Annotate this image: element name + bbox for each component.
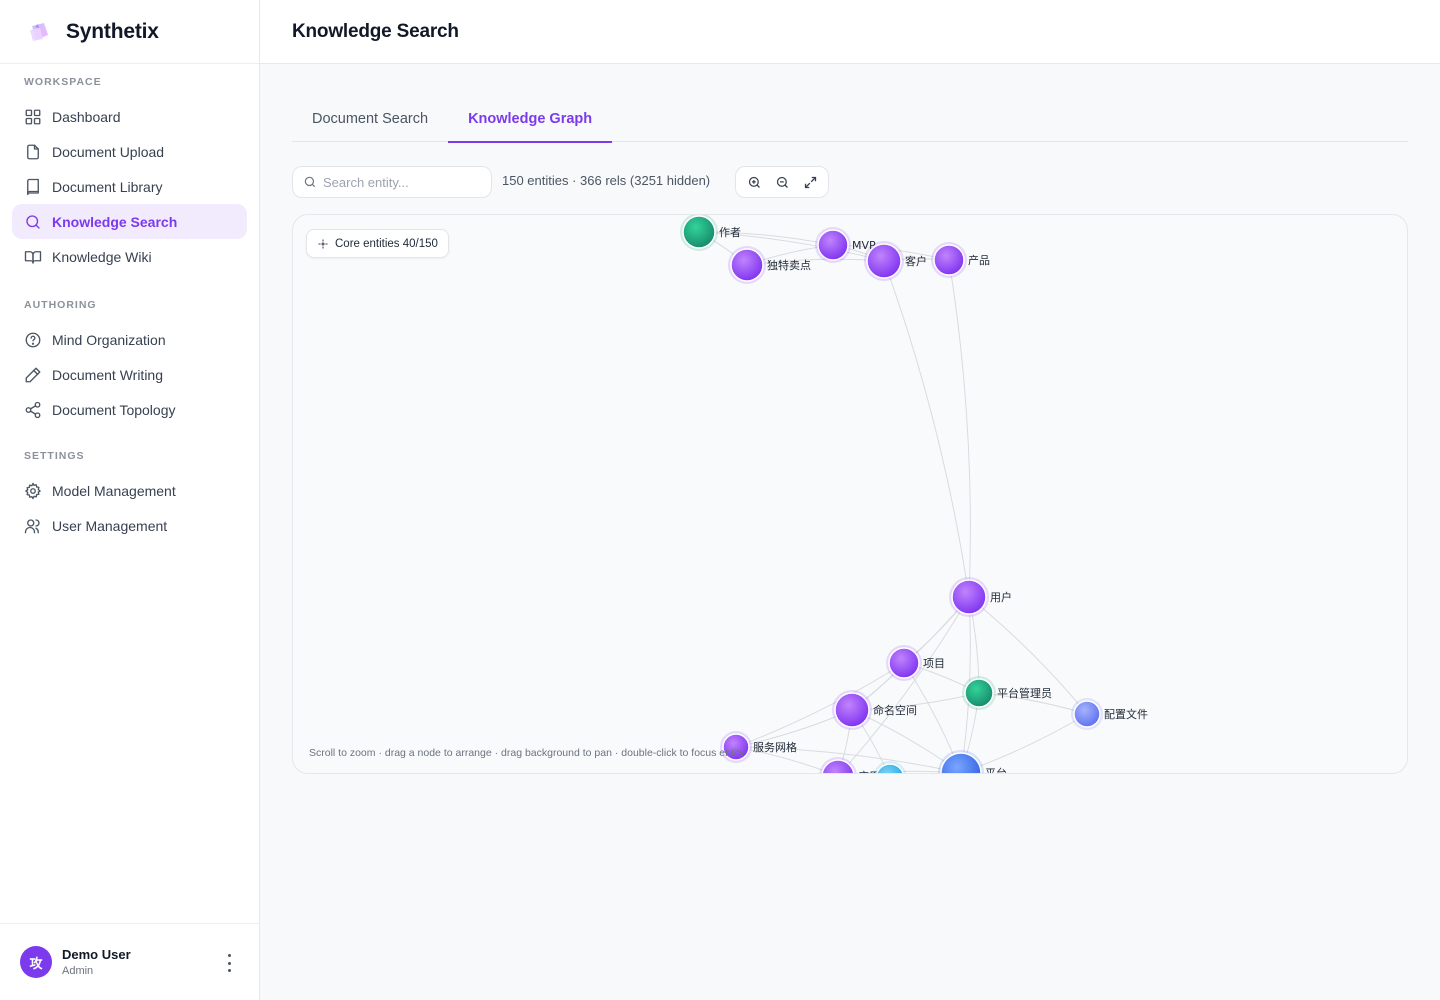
graph-nodes: 作者MVP独特卖点客户产品用户项目平台管理员配置文件命名空间服务网格应用平台: [680, 215, 1148, 774]
nav-section-settings: SETTINGS Model Management User Management: [0, 450, 259, 543]
section-title: SETTINGS: [24, 450, 85, 462]
sidebar-item-knowledge-search[interactable]: Knowledge Search: [12, 204, 247, 239]
sidebar-item-document-topology[interactable]: Document Topology: [12, 392, 247, 427]
expand-icon: [804, 176, 816, 188]
sidebar-item-label: Knowledge Search: [52, 213, 178, 230]
grid-icon: [25, 109, 41, 124]
graph-node-label: 产品: [968, 253, 990, 267]
graph-node-label: 作者: [719, 226, 741, 239]
graph-node-label: 用户: [990, 590, 1012, 604]
sidebar-item-dashboard[interactable]: Dashboard: [12, 99, 247, 134]
section-title: AUTHORING: [24, 299, 97, 311]
app-name: Synthetix: [66, 19, 159, 43]
entity-search-input[interactable]: [323, 174, 483, 190]
graph-node-label: 平台: [985, 766, 1007, 774]
file-icon: [27, 144, 39, 159]
crosshair-icon: [318, 239, 328, 248]
user-profile[interactable]: 攻 Demo User Admin: [0, 923, 259, 1000]
open-book-icon: [24, 250, 42, 264]
sidebar-item-label: Dashboard: [52, 108, 121, 125]
book-icon: [27, 178, 39, 195]
sidebar-item-document-library[interactable]: Document Library: [12, 169, 247, 204]
sidebar: Synthetix WORKSPACE Dashboard Document Upl…: [0, 0, 260, 1000]
graph-node-config[interactable]: 配置文件: [1071, 698, 1148, 730]
graph-node-label: 独特卖点: [767, 258, 811, 272]
graph-hint: Scroll to zoom · drag a node to arrange …: [309, 747, 745, 759]
graph-node-namespace[interactable]: 命名空间: [832, 690, 917, 730]
graph-node-user[interactable]: 用户: [949, 577, 1012, 617]
graph-node-author[interactable]: 作者: [680, 215, 741, 251]
sidebar-item-label: Document Topology: [52, 401, 176, 418]
sidebar-item-knowledge-wiki[interactable]: Knowledge Wiki: [12, 239, 247, 274]
graph-node-product[interactable]: 产品: [931, 242, 990, 278]
core-entities-toggle[interactable]: Core entities 40/150: [306, 229, 449, 258]
sidebar-item-label: User Management: [52, 517, 168, 534]
user-name: Demo User: [62, 947, 131, 962]
sidebar-item-label: Knowledge Wiki: [52, 248, 152, 265]
graph-node-label: 配置文件: [1104, 707, 1148, 721]
entity-search[interactable]: [292, 166, 492, 198]
fullscreen-button[interactable]: [798, 170, 822, 194]
avatar: 攻: [20, 946, 52, 978]
graph-node-label: 客户: [905, 254, 927, 268]
page-title: Knowledge Search: [292, 20, 459, 42]
graph-node-usp[interactable]: 独特卖点: [728, 246, 811, 284]
search-icon: [304, 176, 316, 188]
zoom-in-icon: [748, 176, 760, 188]
sidebar-item-label: Mind Organization: [52, 331, 166, 348]
help-circle-icon: [25, 332, 41, 347]
sidebar-item-label: Document Library: [52, 178, 163, 195]
tab-bar: Document Search Knowledge Graph: [292, 96, 1408, 143]
graph-edge: [839, 596, 970, 773]
graph-node-admin[interactable]: 平台管理员: [962, 676, 1052, 710]
more-options-icon[interactable]: [221, 954, 237, 972]
zoom-out-icon: [776, 176, 788, 188]
graph-node-project[interactable]: 项目: [886, 645, 945, 681]
graph-node-app[interactable]: 应用: [819, 757, 880, 774]
core-entities-label: Core entities 40/150: [335, 237, 438, 250]
tab-document-search[interactable]: Document Search: [292, 96, 448, 142]
sidebar-item-model-management[interactable]: Model Management: [12, 473, 247, 508]
sidebar-item-label: Document Upload: [52, 143, 165, 160]
share-icon: [25, 401, 41, 418]
sidebar-item-label: Model Management: [52, 482, 176, 499]
graph-edge: [948, 259, 971, 598]
synthetix-logo-icon: [30, 22, 48, 41]
zoom-out-button[interactable]: [770, 170, 794, 194]
zoom-in-button[interactable]: [742, 170, 766, 194]
sidebar-item-document-upload[interactable]: Document Upload: [12, 134, 247, 169]
gear-icon: [25, 482, 41, 499]
zoom-controls: [735, 166, 829, 198]
nav-section-workspace: WORKSPACE Dashboard Document Upload Documen…: [0, 76, 259, 274]
graph-node-label: 平台管理员: [997, 686, 1052, 700]
graph-node-label: 服务网格: [753, 740, 797, 754]
knowledge-graph-canvas[interactable]: 作者MVP独特卖点客户产品用户项目平台管理员配置文件命名空间服务网格应用平台 C…: [292, 214, 1408, 774]
search-icon: [26, 214, 40, 229]
graph-svg[interactable]: 作者MVP独特卖点客户产品用户项目平台管理员配置文件命名空间服务网格应用平台: [293, 215, 1408, 774]
graph-stats: 150 entities · 366 rels (3251 hidden): [502, 173, 711, 188]
section-title: WORKSPACE: [24, 76, 102, 88]
graph-node-customer[interactable]: 客户: [864, 241, 927, 281]
graph-node-platform[interactable]: 平台: [938, 750, 1007, 774]
sidebar-item-user-management[interactable]: User Management: [12, 508, 247, 543]
page-header: Knowledge Search: [260, 0, 1440, 64]
graph-node-label: 命名空间: [873, 703, 917, 717]
sidebar-item-label: Document Writing: [52, 366, 164, 383]
tab-knowledge-graph[interactable]: Knowledge Graph: [448, 96, 613, 143]
graph-node-cyan1[interactable]: [873, 761, 907, 774]
graph-node-label: 项目: [923, 657, 945, 670]
brand[interactable]: Synthetix: [0, 0, 259, 64]
user-role: Admin: [62, 965, 94, 977]
sidebar-item-document-writing[interactable]: Document Writing: [12, 357, 247, 392]
sidebar-item-mind-organization[interactable]: Mind Organization: [12, 322, 247, 357]
users-icon: [24, 518, 40, 533]
nav-section-authoring: AUTHORING Mind Organization Document Writi…: [0, 299, 259, 427]
pencil-icon: [25, 367, 41, 382]
